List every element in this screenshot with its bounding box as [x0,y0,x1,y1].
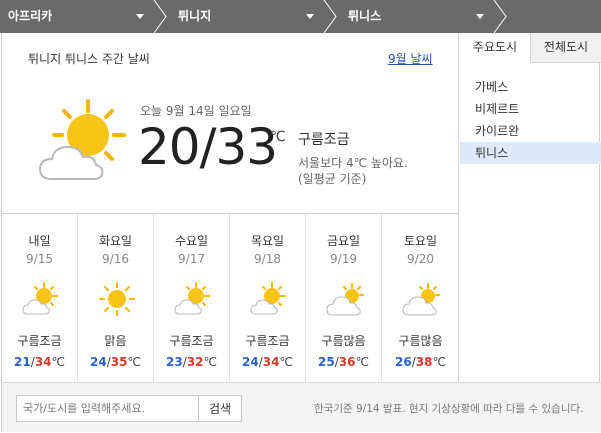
forecast-day-name: 화요일 [98,234,133,248]
forecast-temps: 21/34℃ [2,355,77,369]
forecast-day-name: 내일 [28,234,51,248]
forecast-low-temp: 23 [166,355,183,369]
forecast-low-temp: 24 [90,355,107,369]
today-temperature-unit: ℃ [270,129,286,145]
forecast-day: 화요일 9/16 맑음 24/35℃ [78,214,154,383]
forecast-condition: 구름조금 [17,334,62,348]
month-weather-link[interactable]: 9월 날씨 [388,50,433,67]
forecast-low-temp: 25 [318,355,335,369]
sun-cloud-icon [22,282,58,315]
cloud-sun-icon [402,283,440,316]
breadcrumb-city[interactable]: 튀니스 [340,0,510,33]
forecast-high-temp: 36 [338,355,356,369]
forecast-high-temp: 38 [415,355,433,369]
forecast-day-name: 목요일 [250,234,285,248]
forecast-temps: 24/34℃ [230,355,305,369]
chevron-down-icon [306,14,314,19]
forecast-condition: 구름많음 [321,334,366,348]
city-item-bizerte[interactable]: 비제르트 [460,98,601,120]
forecast-day-name: 수요일 [174,234,209,248]
temp-unit: ℃ [432,355,446,369]
forecast-day: 금요일 9/19 구름많음 25/36℃ [306,214,382,383]
chevron-down-icon [136,14,144,19]
forecast-high-temp: 34 [34,355,52,369]
forecast-low-temp: 26 [395,355,412,369]
forecast-low-temp: 21 [14,355,31,369]
forecast-date: 9/16 [102,252,129,266]
chevron-down-icon [476,14,484,19]
forecast-temps: 26/38℃ [382,355,459,369]
today-condition: 구름조금 [298,132,350,148]
city-search-input[interactable] [16,395,199,422]
breadcrumb-country-label: 튀니지 [178,9,212,23]
forecast-condition: 맑음 [104,334,127,348]
temp-unit: ℃ [279,355,293,369]
today-note: (일평균 기준) [298,172,367,186]
forecast-day: 내일 9/15 구름조금 21/34℃ [2,214,78,383]
breadcrumb: 아프리카 튀니지 튀니스 [0,0,601,33]
breadcrumb-continent[interactable]: 아프리카 [0,0,170,33]
tab-major-cities[interactable]: 주요도시 [460,33,530,63]
forecast-day: 토요일 9/20 구름많음 26/38℃ [382,214,459,383]
forecast-temps: 23/32℃ [154,355,229,369]
forecast-day: 목요일 9/18 구름조금 24/34℃ [230,214,306,383]
city-list: 가베스 비제르트 카이르완 튀니스 [460,76,601,164]
sun-cloud-icon [174,282,210,315]
sun-cloud-icon [250,282,286,315]
city-item-gabes[interactable]: 가베스 [460,76,601,98]
forecast-footnote: 한국기준 9/14 발표. 현지 기상상황에 따라 다를 수 있습니다. [314,403,584,415]
temp-unit: ℃ [203,355,217,369]
forecast-high-temp: 35 [110,355,128,369]
forecast-condition: 구름많음 [398,334,443,348]
main-panel: 튀니지 튀니스 주간 날씨 9월 날씨 오늘 9월 14일 일요일 20/33 … [2,33,459,383]
search-button[interactable]: 검색 [198,395,242,422]
sun-icon [99,282,135,316]
weekly-forecast: 내일 9/15 구름조금 21/34℃ 화요일 9/16 맑음 24/35℃ 수… [2,213,459,383]
breadcrumb-separator-icon [323,0,337,33]
search-bar: 검색 한국기준 9/14 발표. 현지 기상상황에 따라 다를 수 있습니다. [2,382,601,432]
forecast-temps: 25/36℃ [306,355,381,369]
forecast-date: 9/17 [178,252,205,266]
breadcrumb-separator-icon [153,0,167,33]
forecast-temps: 24/35℃ [78,355,153,369]
forecast-date: 9/15 [26,252,53,266]
breadcrumb-continent-label: 아프리카 [8,9,53,23]
forecast-day: 수요일 9/17 구름조금 23/32℃ [154,214,230,383]
city-item-kairouan[interactable]: 카이르완 [460,120,601,142]
temp-unit: ℃ [51,355,65,369]
city-item-tunis[interactable]: 튀니스 [460,142,601,164]
forecast-date: 9/18 [254,252,281,266]
forecast-condition: 구름조금 [245,334,290,348]
forecast-high-temp: 32 [186,355,204,369]
city-sidebar: 주요도시 전체도시 가베스 비제르트 카이르완 튀니스 [460,33,601,382]
breadcrumb-city-label: 튀니스 [348,9,382,23]
today-temperature: 20/33 [138,118,278,176]
sun-cloud-icon [38,99,126,180]
city-tabs: 주요도시 전체도시 [460,33,601,63]
breadcrumb-country[interactable]: 튀니지 [170,0,340,33]
forecast-day-name: 토요일 [403,234,438,248]
temp-unit: ℃ [127,355,141,369]
forecast-low-temp: 24 [242,355,259,369]
temp-unit: ℃ [355,355,369,369]
weather-widget: 튀니지 튀니스 주간 날씨 9월 날씨 오늘 9월 14일 일요일 20/33 … [1,33,601,432]
cloud-sun-icon [326,283,364,316]
today-compare-text: 서울보다 4℃ 높아요. [298,156,408,170]
tab-all-cities[interactable]: 전체도시 [530,33,601,63]
page-title: 튀니지 튀니스 주간 날씨 [28,52,150,66]
forecast-day-name: 금요일 [326,234,361,248]
breadcrumb-separator-icon [493,0,507,33]
forecast-condition: 구름조금 [169,334,214,348]
forecast-date: 9/19 [330,252,357,266]
forecast-high-temp: 34 [262,355,280,369]
forecast-date: 9/20 [407,252,434,266]
